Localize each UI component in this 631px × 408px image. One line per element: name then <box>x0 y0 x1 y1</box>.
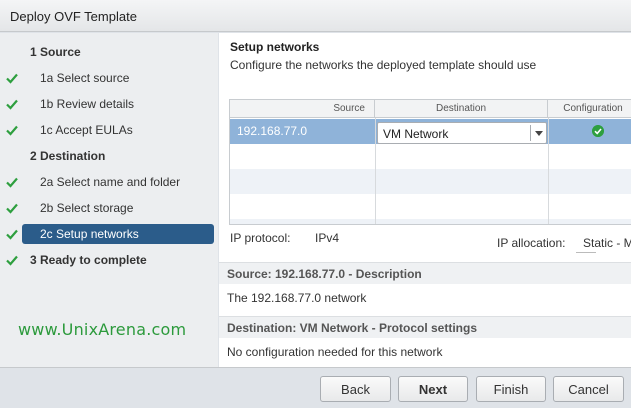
ip-allocation-dropdown[interactable]: Static - M <box>583 236 631 250</box>
table-row[interactable]: 192.168.77.0 VM Network <box>230 119 631 144</box>
checkmark-icon <box>6 73 18 84</box>
watermark-text: www.UnixArena.com <box>18 320 187 339</box>
source-description-text: The 192.168.77.0 network <box>227 291 367 305</box>
checkmark-icon <box>6 229 18 240</box>
step-label: 3 Ready to complete <box>30 253 147 267</box>
finish-button[interactable]: Finish <box>476 376 546 402</box>
destination-protocol-title: Destination: VM Network - Protocol setti… <box>227 321 478 335</box>
step-select-name-folder[interactable]: 2a Select name and folder <box>0 172 218 192</box>
empty-row <box>230 169 631 194</box>
step-label: 2b Select storage <box>40 201 134 215</box>
step-label: 2a Select name and folder <box>40 175 181 189</box>
chevron-down-icon[interactable] <box>535 131 543 136</box>
step-select-storage[interactable]: 2b Select storage <box>0 198 218 218</box>
empty-row <box>230 144 631 169</box>
step-select-source[interactable]: 1a Select source <box>0 68 218 88</box>
back-button[interactable]: Back <box>320 376 391 402</box>
destination-network-dropdown[interactable]: VM Network <box>377 122 547 144</box>
page-subtitle: Configure the networks the deployed temp… <box>230 58 537 72</box>
column-header-destination[interactable]: Destination <box>375 100 548 118</box>
checkmark-icon <box>6 125 18 136</box>
empty-row <box>230 194 631 219</box>
step-label: 1c Accept EULAs <box>40 123 133 137</box>
empty-row <box>230 219 631 224</box>
configuration-ok-icon <box>592 125 604 137</box>
checkmark-icon <box>6 255 18 266</box>
checkmark-icon <box>6 203 18 214</box>
column-divider <box>548 118 549 224</box>
ip-protocol-value: IPv4 <box>315 231 340 245</box>
step-label: 1 Source <box>30 45 81 59</box>
column-header-source[interactable]: Source <box>230 100 375 118</box>
ip-allocation-label: IP allocation: <box>497 236 566 250</box>
column-header-configuration[interactable]: Configuration <box>548 100 631 118</box>
step-label: 2c Setup networks <box>40 227 139 241</box>
page-title: Setup networks <box>230 40 320 54</box>
step-setup-networks[interactable]: 2c Setup networks <box>0 224 218 244</box>
ip-protocol-label: IP protocol: <box>230 231 291 245</box>
wizard-steps-sidebar: 1 Source 1a Select source 1b Review deta… <box>0 33 218 367</box>
window-title: Deploy OVF Template <box>0 0 631 32</box>
destination-protocol-text: No configuration needed for this network <box>227 345 443 359</box>
dropdown-separator <box>530 125 531 141</box>
destination-value: VM Network <box>383 127 449 141</box>
cancel-button[interactable]: Cancel <box>553 376 624 402</box>
wizard-footer: Back Next Finish Cancel <box>0 367 631 408</box>
step-review-details[interactable]: 1b Review details <box>0 94 218 114</box>
step-accept-eulas[interactable]: 1c Accept EULAs <box>0 120 218 140</box>
ip-allocation-underline <box>576 252 596 253</box>
step-label: 1b Review details <box>40 97 135 111</box>
source-description-title: Source: 192.168.77.0 - Description <box>227 267 422 281</box>
checkmark-icon <box>6 177 18 188</box>
checkmark-icon <box>6 99 18 110</box>
grid-header: Source Destination Configuration <box>230 100 631 118</box>
step-source[interactable]: 1 Source <box>0 42 218 62</box>
network-mapping-grid: Source Destination Configuration 192.168… <box>229 99 631 225</box>
next-button[interactable]: Next <box>398 376 468 402</box>
step-label: 2 Destination <box>30 149 106 163</box>
main-panel: Setup networks Configure the networks th… <box>219 33 631 367</box>
column-divider <box>375 118 376 224</box>
step-ready-to-complete[interactable]: 3 Ready to complete <box>0 250 218 270</box>
source-description-header: Source: 192.168.77.0 - Description <box>219 262 631 284</box>
step-destination[interactable]: 2 Destination <box>0 146 218 166</box>
source-network-cell: 192.168.77.0 <box>237 124 308 138</box>
destination-protocol-header: Destination: VM Network - Protocol setti… <box>219 316 631 338</box>
step-label: 1a Select source <box>40 71 130 85</box>
